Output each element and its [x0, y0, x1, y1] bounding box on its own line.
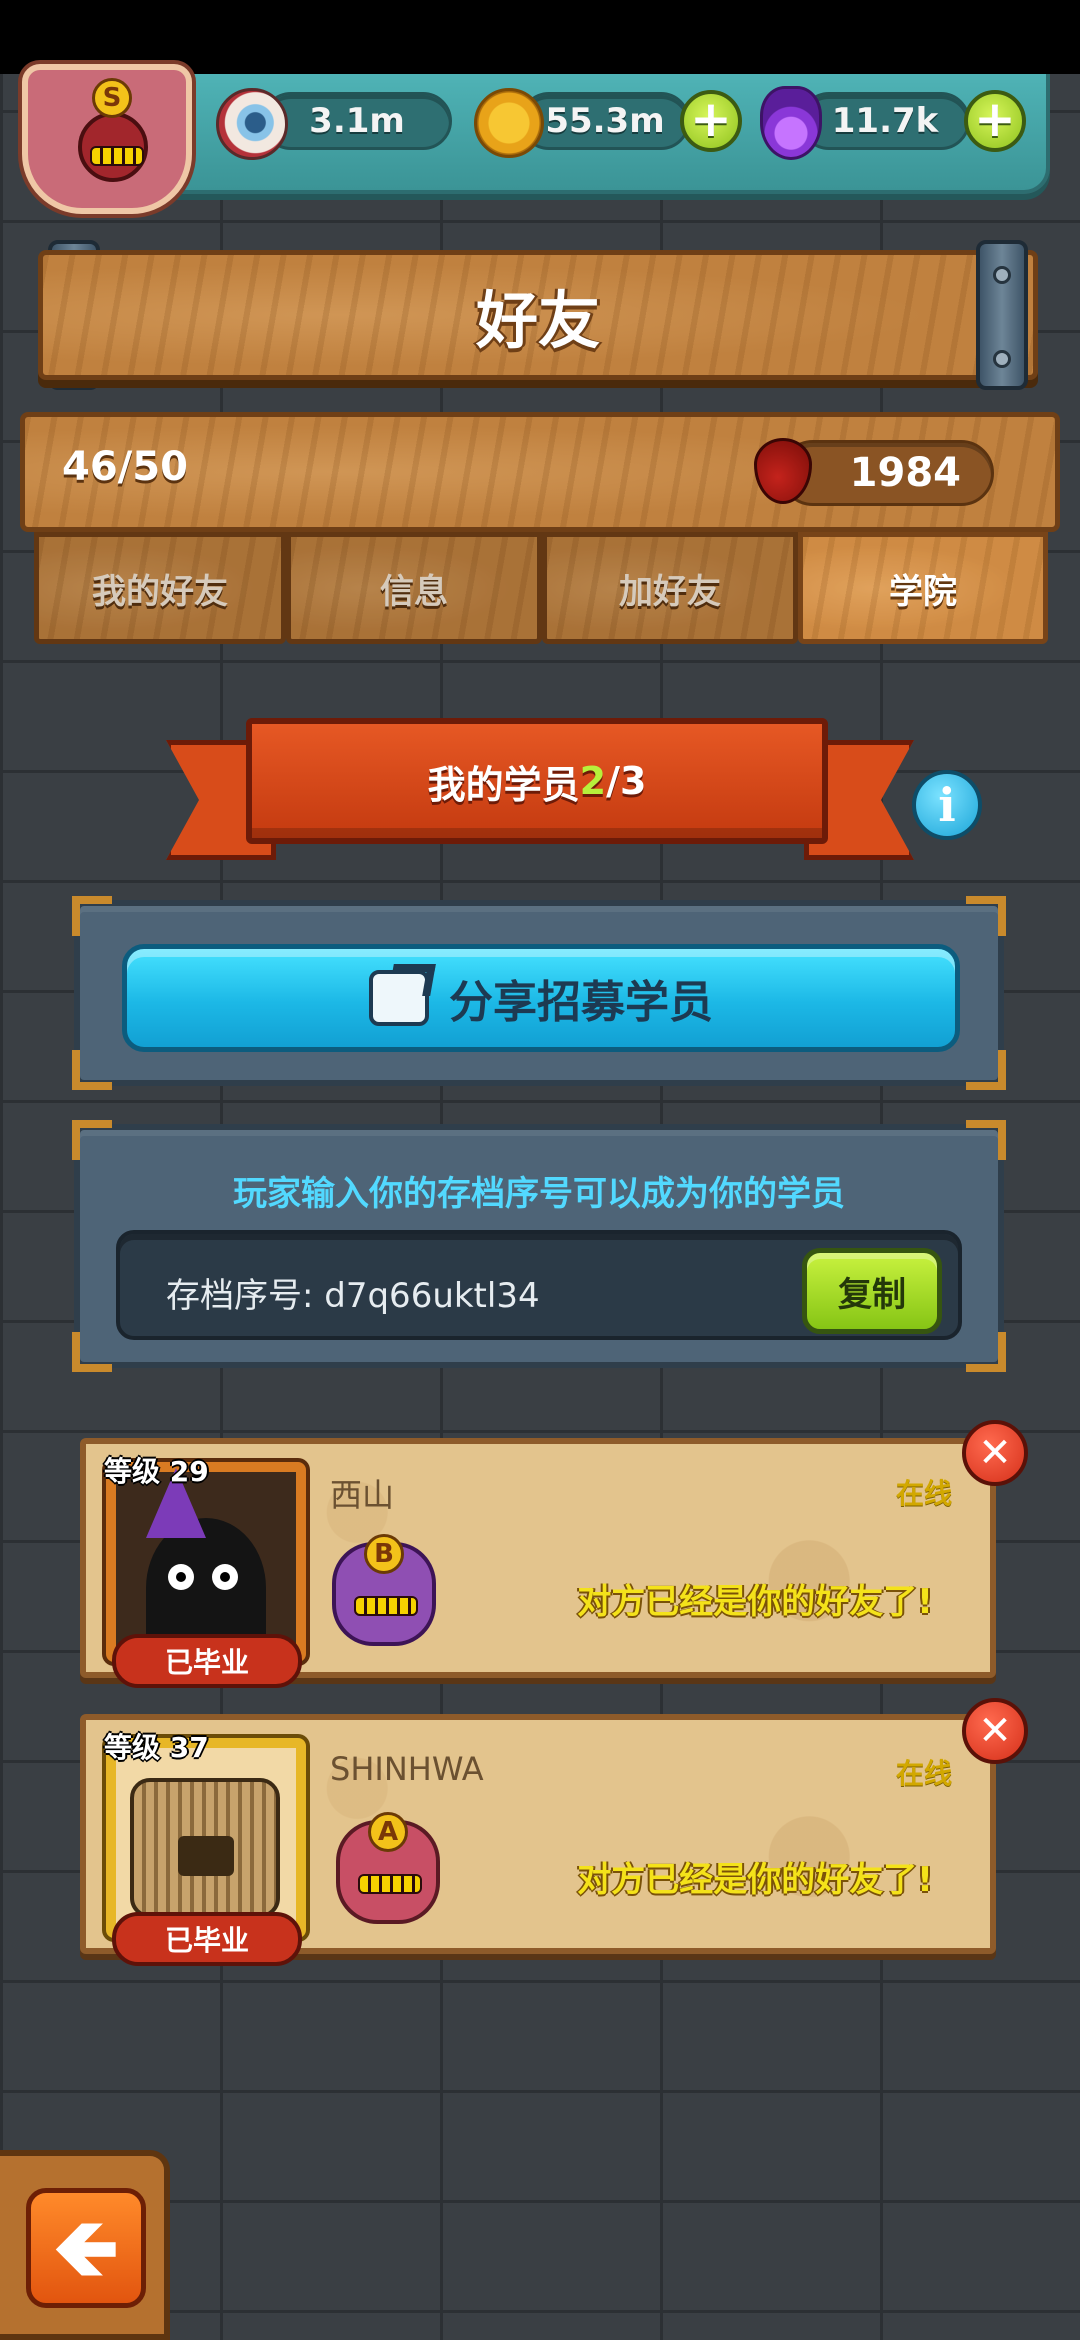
rank-emblem-icon: A: [336, 1812, 440, 1924]
back-button[interactable]: 🡸: [26, 2188, 146, 2308]
panel-corner: [72, 1120, 112, 1160]
trainee-level: 等级 37: [104, 1731, 209, 1764]
share-recruit-button[interactable]: 分享招募学员: [122, 944, 960, 1052]
eyes-value: 3.1m: [309, 101, 405, 141]
tab-label: 加好友: [619, 571, 721, 612]
eyeball-icon: [216, 88, 288, 160]
potions-counter: 11.7k: [800, 92, 970, 150]
panel-corner: [966, 1120, 1006, 1160]
rank-grade-badge: A: [368, 1812, 408, 1852]
online-status: 在线: [896, 1477, 953, 1510]
page-title: 好友: [475, 284, 600, 357]
tab-academy[interactable]: 学院: [798, 532, 1048, 644]
trainee-name: SHINHWA: [330, 1750, 484, 1788]
tab-label: 信息: [380, 571, 448, 612]
coin-icon: [474, 88, 544, 158]
friend-count: 46/50: [62, 444, 188, 490]
trainee-name: 西山: [330, 1476, 395, 1514]
coins-counter: 55.3m: [520, 92, 690, 150]
add-coins-button[interactable]: +: [680, 90, 742, 152]
panel-corner: [966, 1332, 1006, 1372]
remove-trainee-button[interactable]: ✕: [962, 1420, 1028, 1486]
tab-add-friend[interactable]: 加好友: [542, 532, 798, 644]
add-potions-button[interactable]: +: [964, 90, 1026, 152]
blood-value: 1984: [849, 450, 961, 496]
online-status: 在线: [896, 1757, 953, 1790]
eyes-counter: 3.1m: [262, 92, 452, 150]
already-friend-message: 对方已经是你的好友了!: [577, 1860, 933, 1900]
graduated-badge: 已毕业: [112, 1634, 302, 1688]
trainees-total: /3: [606, 759, 647, 803]
tab-label: 我的好友: [92, 571, 228, 612]
blood-counter: 1984: [780, 440, 994, 506]
share-icon: [369, 970, 429, 1026]
title-board: 好友: [38, 250, 1038, 380]
panel-corner: [966, 1050, 1006, 1090]
panel-corner: [72, 1050, 112, 1090]
panel-corner: [72, 896, 112, 936]
share-recruit-label: 分享招募学员: [449, 977, 713, 1028]
monster-face-icon: [78, 112, 148, 182]
monster-mouth: [90, 146, 144, 166]
coins-value: 55.3m: [545, 101, 665, 141]
mummy-monster-icon: [130, 1778, 280, 1918]
trainees-current-count: 2: [579, 759, 607, 803]
trainees-header: 我的学员 2 /3: [246, 718, 828, 844]
graduated-badge: 已毕业: [112, 1912, 302, 1966]
potions-value: 11.7k: [831, 101, 939, 141]
copy-button[interactable]: 复制: [802, 1248, 942, 1334]
trainees-header-label: 我的学员: [427, 762, 580, 807]
remove-trainee-button[interactable]: ✕: [962, 1698, 1028, 1764]
trainee-level: 等级 29: [104, 1455, 209, 1488]
player-avatar[interactable]: S: [22, 64, 192, 214]
status-bar: [0, 0, 1080, 74]
already-friend-message: 对方已经是你的好友了!: [577, 1582, 933, 1622]
panel-corner: [72, 1332, 112, 1372]
rank-grade-badge: B: [364, 1534, 404, 1574]
back-arrow-icon: 🡸: [53, 2201, 119, 2294]
potion-icon: [760, 86, 822, 160]
info-button[interactable]: i: [912, 770, 982, 840]
trainee-portrait[interactable]: [106, 1738, 306, 1938]
player-grade-badge: S: [92, 78, 132, 118]
save-code-hint: 玩家输入你的存档序号可以成为你的学员: [233, 1174, 845, 1214]
bracket-right: [976, 240, 1028, 390]
tab-my-friends[interactable]: 我的好友: [34, 532, 286, 644]
rank-emblem-icon: B: [332, 1534, 436, 1646]
tab-label: 学院: [889, 571, 957, 612]
save-code-text: 存档序号: d7q66uktl34: [166, 1276, 540, 1316]
tab-messages[interactable]: 信息: [286, 532, 542, 644]
panel-corner: [966, 896, 1006, 936]
trainee-portrait[interactable]: [106, 1462, 306, 1662]
